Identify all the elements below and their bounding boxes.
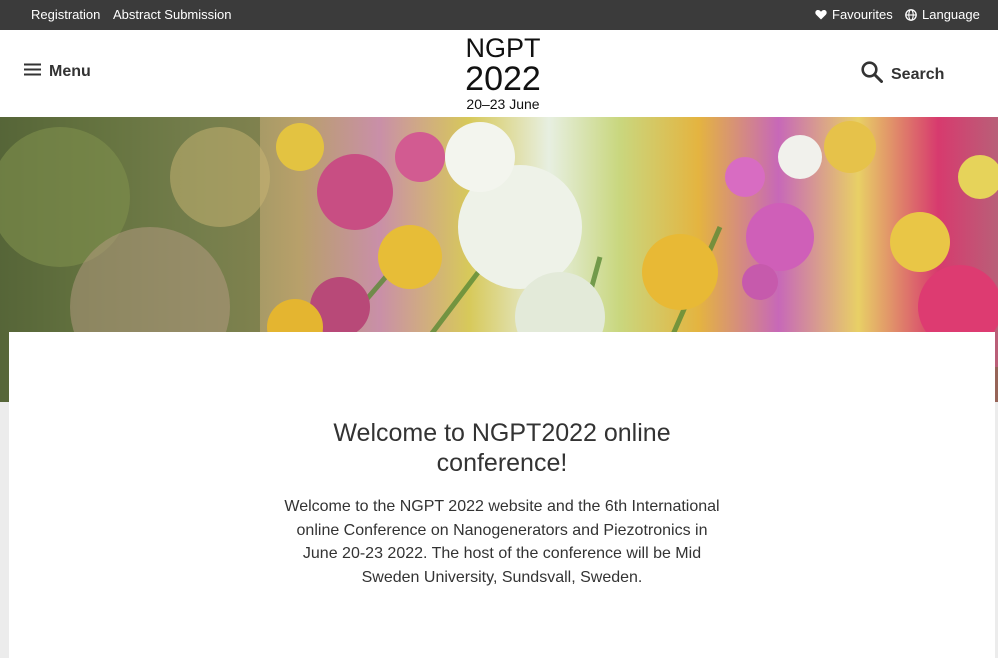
globe-icon xyxy=(905,8,917,21)
conference-logo[interactable]: NGPT 2022 20–23 June xyxy=(455,33,551,113)
utility-bar: Registration Abstract Submission Favouri… xyxy=(0,0,998,30)
logo-line-dates: 20–23 June xyxy=(466,96,540,112)
welcome-paragraph: Welcome to the NGPT 2022 website and the… xyxy=(284,498,720,586)
welcome-card: Welcome to NGPT2022 online conference! W… xyxy=(9,332,995,658)
welcome-heading: Welcome to NGPT2022 online conference! xyxy=(333,419,671,477)
language-label: Language xyxy=(922,7,980,22)
registration-link[interactable]: Registration xyxy=(31,7,100,22)
heart-icon xyxy=(815,9,827,20)
search-label: Search xyxy=(891,65,945,83)
menu-label: Menu xyxy=(49,63,91,80)
language-link[interactable]: Language xyxy=(905,7,980,22)
logo-line-ngpt: NGPT xyxy=(465,33,541,63)
favourites-label: Favourites xyxy=(832,7,893,22)
hamburger-icon xyxy=(24,63,41,81)
menu-button[interactable]: Menu xyxy=(24,63,91,81)
favourites-link[interactable]: Favourites xyxy=(815,7,893,22)
search-icon xyxy=(861,61,883,88)
abstract-submission-link[interactable]: Abstract Submission xyxy=(113,7,232,22)
logo-line-year: 2022 xyxy=(465,60,541,98)
site-header: Menu NGPT 2022 20–23 June Search xyxy=(0,30,998,117)
search-button[interactable]: Search xyxy=(861,61,944,88)
